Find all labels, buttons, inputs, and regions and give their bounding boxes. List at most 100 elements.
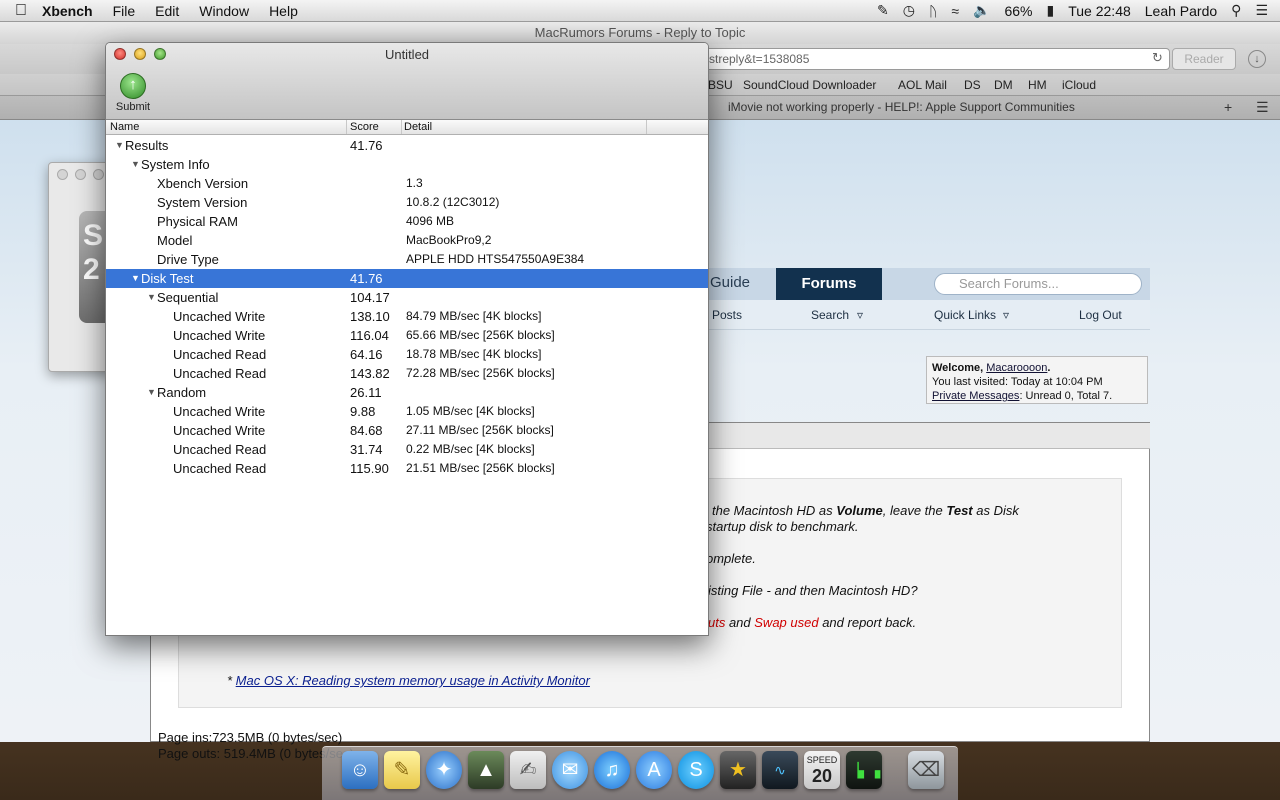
table-row[interactable]: Drive Type APPLE HDD HTS547550A9E384: [106, 250, 708, 269]
table-row[interactable]: Uncached Write 116.04 65.66 MB/sec [256K…: [106, 326, 708, 345]
table-row[interactable]: Uncached Read 64.16 18.78 MB/sec [4K blo…: [106, 345, 708, 364]
tab-imovie[interactable]: iMovie not working properly - HELP!: App…: [728, 100, 1075, 114]
window-title: Untitled: [384, 47, 430, 62]
user-link[interactable]: Macaroooon: [986, 362, 1047, 374]
notification-center-icon[interactable]: ☰: [1255, 2, 1268, 19]
imovie-icon[interactable]: ★: [720, 751, 756, 789]
table-row[interactable]: Uncached Read 115.90 21.51 MB/sec [256K …: [106, 459, 708, 478]
app-store-icon[interactable]: A: [636, 751, 672, 789]
reader-button[interactable]: Reader: [1172, 48, 1236, 70]
table-row-selected[interactable]: ▼ Disk Test 41.76: [106, 269, 708, 288]
tab-overflow-icon[interactable]: ☰: [1256, 99, 1269, 116]
menu-window[interactable]: Window: [189, 3, 259, 19]
bookmark-soundcloud[interactable]: SoundCloud Downloader: [743, 78, 876, 92]
subnav-logout[interactable]: Log Out: [1079, 308, 1122, 322]
bookmark-aol-mail[interactable]: AOL Mail: [898, 78, 947, 92]
welcome-box: Welcome, Macaroooon. You last visited: T…: [926, 356, 1148, 404]
volume-icon[interactable]: 🔈: [973, 2, 990, 19]
post-header: [709, 423, 1150, 449]
address-field[interactable]: streply&t=1538085: [700, 48, 1170, 70]
bookmark-icloud[interactable]: iCloud: [1062, 78, 1096, 92]
bookmark-bsu[interactable]: BSU: [708, 78, 733, 92]
wifi-icon[interactable]: ≈: [951, 3, 959, 19]
bookmark-ds[interactable]: DS: [964, 78, 981, 92]
skype-icon[interactable]: S: [678, 751, 714, 789]
zoom-icon[interactable]: [93, 169, 104, 180]
bookmark-dm[interactable]: DM: [994, 78, 1013, 92]
table-row[interactable]: Uncached Read 31.74 0.22 MB/sec [4K bloc…: [106, 440, 708, 459]
minimize-icon[interactable]: [75, 169, 86, 180]
apple-menu-icon[interactable]: : [0, 2, 42, 20]
reload-icon[interactable]: ↻: [1152, 50, 1163, 66]
table-row[interactable]: ▼ Random 26.11: [106, 383, 708, 402]
time-machine-icon[interactable]: ◷: [903, 2, 915, 19]
subnav-search[interactable]: Search: [811, 308, 849, 322]
activity-monitor-icon[interactable]: ∿: [762, 751, 798, 789]
nav-forums[interactable]: Forums: [776, 268, 882, 300]
quote-link-line: * Mac OS X: Reading system memory usage …: [227, 673, 590, 688]
menu-file[interactable]: File: [103, 3, 146, 19]
itunes-icon[interactable]: ♫: [594, 751, 630, 789]
finder-icon[interactable]: ☺: [342, 751, 378, 789]
new-tab-icon[interactable]: +: [1224, 99, 1232, 115]
quote-line-1: the Macintosh HD as Volume, leave the Te…: [712, 503, 1019, 518]
battery-icon[interactable]: ▮: [1047, 2, 1055, 19]
column-detail[interactable]: Detail: [404, 121, 432, 133]
quote-line-4: isting File - and then Macintosh HD?: [708, 583, 918, 598]
table-row[interactable]: Uncached Write 138.10 84.79 MB/sec [4K b…: [106, 307, 708, 326]
table-row[interactable]: ▼ Results 41.76: [106, 136, 708, 155]
downloads-icon[interactable]: ↓: [1248, 50, 1266, 68]
table-row[interactable]: System Version 10.8.2 (12C3012): [106, 193, 708, 212]
stickies-icon[interactable]: ✎: [384, 751, 420, 789]
disclosure-open-icon[interactable]: ▼: [131, 155, 140, 174]
column-score[interactable]: Score: [350, 121, 379, 133]
activity-graph-icon[interactable]: ▕▖▗: [846, 751, 882, 789]
submit-button[interactable]: ↑ Submit: [113, 73, 153, 113]
trash-icon[interactable]: ⌫: [908, 751, 944, 789]
table-row[interactable]: Physical RAM 4096 MB: [106, 212, 708, 231]
forum-search-input[interactable]: Search Forums...: [934, 273, 1142, 295]
last-visited: You last visited: Today at 10:04 PM: [932, 376, 1103, 388]
user-name[interactable]: Leah Pardo: [1145, 3, 1217, 19]
subnav-quick-links[interactable]: Quick Links: [934, 308, 996, 322]
column-name[interactable]: Name: [110, 121, 139, 133]
private-messages-link[interactable]: Private Messages: [932, 390, 1019, 402]
disclosure-open-icon[interactable]: ▼: [115, 136, 124, 155]
safari-titlebar: MacRumors Forums - Reply to Topic: [0, 22, 1280, 44]
bookmark-hm[interactable]: HM: [1028, 78, 1047, 92]
menu-edit[interactable]: Edit: [145, 3, 189, 19]
table-row[interactable]: Uncached Read 143.82 72.28 MB/sec [256K …: [106, 364, 708, 383]
clock[interactable]: Tue 22:48: [1068, 3, 1131, 19]
safari-window-title: MacRumors Forums - Reply to Topic: [534, 25, 746, 40]
table-row[interactable]: Xbench Version 1.3: [106, 174, 708, 193]
disclosure-open-icon[interactable]: ▼: [131, 269, 140, 288]
textedit-icon[interactable]: ✍: [510, 751, 546, 789]
table-row[interactable]: Uncached Write 84.68 27.11 MB/sec [256K …: [106, 421, 708, 440]
disclosure-open-icon[interactable]: ▼: [147, 288, 156, 307]
close-icon[interactable]: [57, 169, 68, 180]
table-row[interactable]: ▼ System Info: [106, 155, 708, 174]
messages-icon[interactable]: ✉: [552, 751, 588, 789]
iphoto-icon[interactable]: ▲: [468, 751, 504, 789]
table-row[interactable]: ▼ Sequential 104.17: [106, 288, 708, 307]
spotlight-icon[interactable]: ⚲: [1231, 2, 1241, 19]
quote-line-3: omplete.: [706, 551, 756, 566]
menu-app[interactable]: Xbench: [42, 3, 103, 19]
menu-help[interactable]: Help: [259, 3, 308, 19]
table-row[interactable]: Model MacBookPro9,2: [106, 231, 708, 250]
nav-guide[interactable]: Guide: [710, 274, 750, 291]
chevron-down-icon[interactable]: ▿: [1003, 308, 1009, 322]
forum-subnav: w Posts Search ▿ Quick Links ▿ Log Out: [700, 300, 1150, 330]
activity-monitor-link[interactable]: Mac OS X: Reading system memory usage in…: [236, 673, 590, 688]
upload-arrow-icon: ↑: [120, 73, 146, 99]
xbench-dock-icon[interactable]: SPEED 20: [804, 751, 840, 789]
disclosure-open-icon[interactable]: ▼: [147, 383, 156, 402]
chevron-down-icon[interactable]: ▿: [857, 308, 863, 322]
safari-icon[interactable]: ✦: [426, 751, 462, 789]
battery-percent[interactable]: 66%: [1004, 3, 1032, 19]
bluetooth-icon[interactable]: ᚢ: [929, 3, 937, 19]
table-row[interactable]: Uncached Write 9.88 1.05 MB/sec [4K bloc…: [106, 402, 708, 421]
evernote-icon[interactable]: ✎: [877, 2, 889, 19]
pm-line: Private Messages: Unread 0, Total 7.: [932, 390, 1113, 402]
xbench-results-window: Untitled ↑ Submit Name Score Detail ▼ Re…: [105, 42, 709, 636]
